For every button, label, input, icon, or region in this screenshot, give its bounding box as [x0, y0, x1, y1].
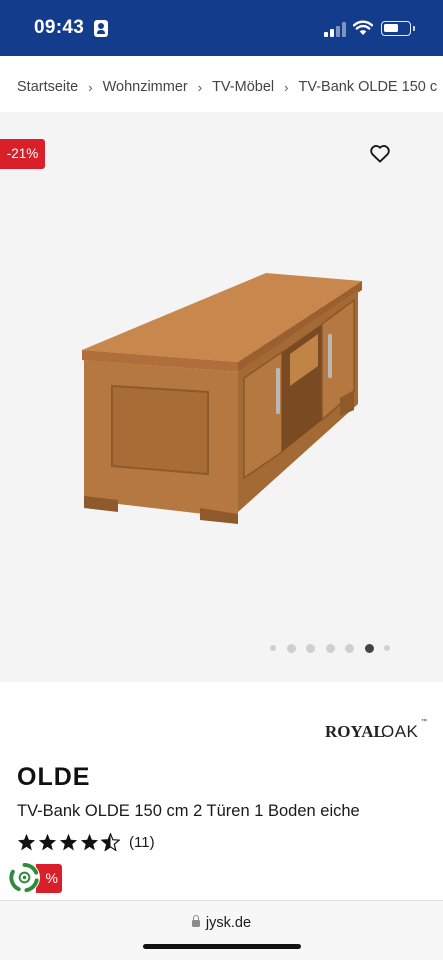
breadcrumb-home[interactable]: Startseite [17, 79, 78, 95]
product-rating[interactable]: (11) [17, 832, 155, 852]
star-full-icon [80, 833, 99, 851]
svg-text:™: ™ [421, 718, 427, 725]
product-subtitle: TV-Bank OLDE 150 cm 2 Türen 1 Boden eich… [17, 802, 360, 820]
pagination-dot[interactable] [345, 643, 354, 653]
chevron-right-icon: › [197, 79, 203, 95]
battery-icon [381, 21, 411, 36]
url-text[interactable]: jysk.de [206, 915, 251, 931]
brand-logo[interactable]: ROYAL OAK ™ [325, 713, 429, 741]
heart-outline-icon[interactable] [369, 143, 391, 163]
chevron-right-icon: › [88, 79, 93, 95]
star-full-icon [38, 833, 57, 851]
tv-bench-oak-image [82, 273, 362, 524]
status-bar: 09:43 [0, 0, 443, 56]
home-indicator[interactable] [143, 944, 301, 949]
discount-badge: -21% [0, 139, 45, 169]
sustainability-badge-icon[interactable] [8, 861, 41, 894]
pagination-dot[interactable] [286, 643, 296, 653]
breadcrumb: Startseite › Wohnzimmer › TV-Möbel › TV-… [0, 62, 443, 112]
pagination-dot[interactable] [306, 643, 315, 653]
brand-logo-oak: OAK [381, 722, 419, 741]
contact-card-icon [94, 20, 108, 37]
breadcrumb-wohnzimmer[interactable]: Wohnzimmer [103, 79, 188, 95]
gallery-pagination[interactable] [270, 643, 401, 653]
rating-count[interactable]: (11) [129, 834, 155, 851]
status-time: 09:43 [34, 17, 85, 38]
pagination-dot[interactable] [384, 645, 390, 651]
browser-url-bar[interactable]: jysk.de [0, 900, 443, 960]
pagination-dot-active[interactable] [364, 643, 374, 653]
chevron-right-icon: › [284, 79, 289, 95]
star-full-icon [59, 833, 78, 851]
star-full-icon [17, 833, 36, 851]
url-display[interactable]: jysk.de [0, 915, 443, 931]
breadcrumb-tv-moebel[interactable]: TV-Möbel [212, 79, 274, 95]
star-half-icon [101, 833, 120, 851]
product-title: OLDE [17, 763, 91, 791]
cellular-signal-icon [324, 21, 346, 37]
wifi-icon [353, 20, 373, 35]
brand-logo-royal: ROYAL [325, 722, 385, 741]
pagination-dot[interactable] [270, 645, 276, 651]
battery-tip [413, 26, 415, 31]
lock-icon [191, 915, 200, 928]
breadcrumb-current[interactable]: TV-Bank OLDE 150 c [298, 79, 437, 95]
pagination-dot[interactable] [325, 643, 335, 653]
